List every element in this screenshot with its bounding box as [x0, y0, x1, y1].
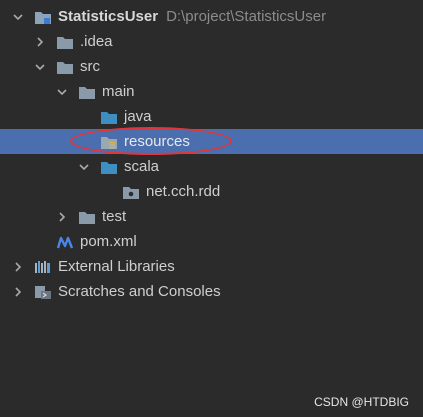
- tree-row-scratches[interactable]: Scratches and Consoles: [0, 279, 423, 304]
- tree-label-pom: pom.xml: [80, 233, 137, 250]
- chevron-down-icon[interactable]: [10, 9, 26, 25]
- tree-row-test[interactable]: test: [0, 204, 423, 229]
- tree-row-idea[interactable]: .idea: [0, 29, 423, 54]
- tree-label-test: test: [102, 208, 127, 225]
- tree-label-java: java: [124, 108, 152, 125]
- resources-folder-icon: [100, 133, 118, 151]
- chevron-down-icon[interactable]: [76, 159, 92, 175]
- chevron-right-icon[interactable]: [10, 259, 26, 275]
- source-folder-icon: [100, 158, 118, 176]
- tree-row-java[interactable]: java: [0, 104, 423, 129]
- tree-row-resources[interactable]: resources: [0, 129, 423, 154]
- tree-label-scratches: Scratches and Consoles: [58, 283, 221, 300]
- tree-row-scala[interactable]: scala: [0, 154, 423, 179]
- folder-icon: [78, 83, 96, 101]
- library-icon: [34, 258, 52, 276]
- scratches-icon: [34, 283, 52, 301]
- project-path: D:\project\StatisticsUser: [166, 8, 327, 25]
- project-name: StatisticsUser: [58, 8, 159, 25]
- chevron-right-icon[interactable]: [54, 209, 70, 225]
- tree-row-external-libraries[interactable]: External Libraries: [0, 254, 423, 279]
- tree-row-main[interactable]: main: [0, 79, 423, 104]
- tree-label-package: net.cch.rdd: [146, 183, 221, 200]
- module-folder-icon: [34, 8, 52, 26]
- tree-label-resources: resources: [124, 133, 190, 150]
- tree-label-main: main: [102, 83, 135, 100]
- tree-label-scala: scala: [124, 158, 160, 175]
- chevron-right-icon[interactable]: [32, 34, 48, 50]
- tree-row-src[interactable]: src: [0, 54, 423, 79]
- watermark: CSDN @HTDBIG: [314, 395, 409, 409]
- folder-icon: [78, 208, 96, 226]
- tree-label-src: src: [80, 58, 100, 75]
- tree-label-idea: .idea: [80, 33, 113, 50]
- tree-row-package[interactable]: net.cch.rdd: [0, 179, 423, 204]
- tree-row-pom[interactable]: pom.xml: [0, 229, 423, 254]
- source-folder-icon: [100, 108, 118, 126]
- chevron-down-icon[interactable]: [32, 59, 48, 75]
- chevron-down-icon[interactable]: [54, 84, 70, 100]
- tree-label-external-libraries: External Libraries: [58, 258, 175, 275]
- chevron-right-icon[interactable]: [10, 284, 26, 300]
- folder-icon: [56, 58, 74, 76]
- maven-icon: [56, 233, 74, 251]
- folder-icon: [56, 33, 74, 51]
- tree-row-project-root[interactable]: StatisticsUser D:\project\StatisticsUser: [0, 4, 423, 29]
- package-icon: [122, 183, 140, 201]
